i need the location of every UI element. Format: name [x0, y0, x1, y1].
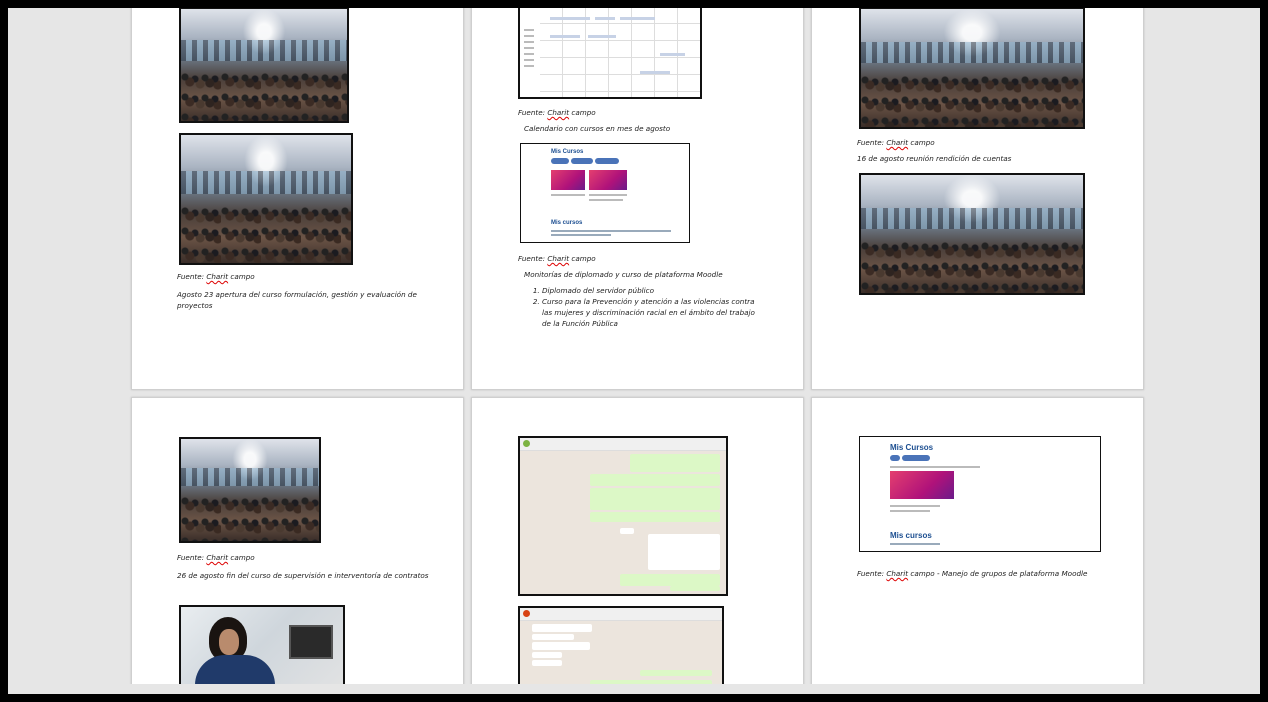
page-2: Fuente: Charit campo Calendario con curs…	[471, 8, 804, 390]
page-3: Fuente: Charit campo 16 de agosto reunió…	[811, 8, 1144, 390]
photo-source-caption: Fuente: Charit campo	[177, 272, 255, 281]
page-6: Mis Cursos Mis cursos Fuente: Charit cam…	[811, 397, 1144, 692]
course-card-image-1	[551, 170, 585, 190]
moodle-courses-screenshot: Mis Cursos Mis cursos	[520, 143, 690, 243]
calendar-screenshot	[518, 8, 702, 99]
whatsapp-screenshot-2	[518, 606, 724, 692]
closing-caption: 26 de agosto fin del curso de supervisió…	[177, 571, 429, 580]
course-list: Diplomado del servidor público Curso par…	[524, 285, 760, 330]
classroom-photo-2	[179, 133, 353, 265]
photo-description: Agosto 23 apertura del curso formulación…	[177, 290, 417, 311]
whatsapp-screenshot-1	[518, 436, 728, 596]
page-1: Fuente: Charit campo Agosto 23 apertura …	[131, 8, 464, 390]
calendar-source-caption: Fuente: Charit campo	[518, 108, 596, 117]
closing-source-caption: Fuente: Charit campo	[177, 553, 255, 562]
meeting-source-caption: Fuente: Charit campo	[857, 138, 935, 147]
course-list-item: Diplomado del servidor público	[542, 285, 760, 296]
course-card-image-2	[589, 170, 627, 190]
groups-source-caption: Fuente: Charit campo - Manejo de grupos …	[857, 569, 1088, 578]
auditorium-photo-2	[859, 173, 1085, 295]
course-card-image	[890, 471, 954, 499]
meeting-caption: 16 de agosto reunión rendición de cuenta…	[857, 154, 1012, 163]
page-5	[471, 397, 804, 692]
calendar-caption: Calendario con cursos en mes de agosto	[524, 124, 671, 133]
moodle-groups-screenshot: Mis Cursos Mis cursos	[859, 436, 1101, 552]
classroom-photo-3	[179, 437, 321, 543]
page-4: Fuente: Charit campo 26 de agosto fin de…	[131, 397, 464, 692]
monitoring-source-caption: Fuente: Charit campo	[518, 254, 596, 263]
status-bar	[8, 684, 1260, 694]
auditorium-photo-1	[859, 8, 1085, 129]
course-list-item: Curso para la Prevención y atención a la…	[542, 296, 760, 329]
monitoring-caption: Monitorías de diplomado y curso de plata…	[524, 270, 723, 279]
classroom-photo-1	[179, 8, 349, 123]
woman-working-photo	[179, 605, 345, 692]
document-viewport[interactable]: Fuente: Charit campo Agosto 23 apertura …	[8, 8, 1260, 692]
